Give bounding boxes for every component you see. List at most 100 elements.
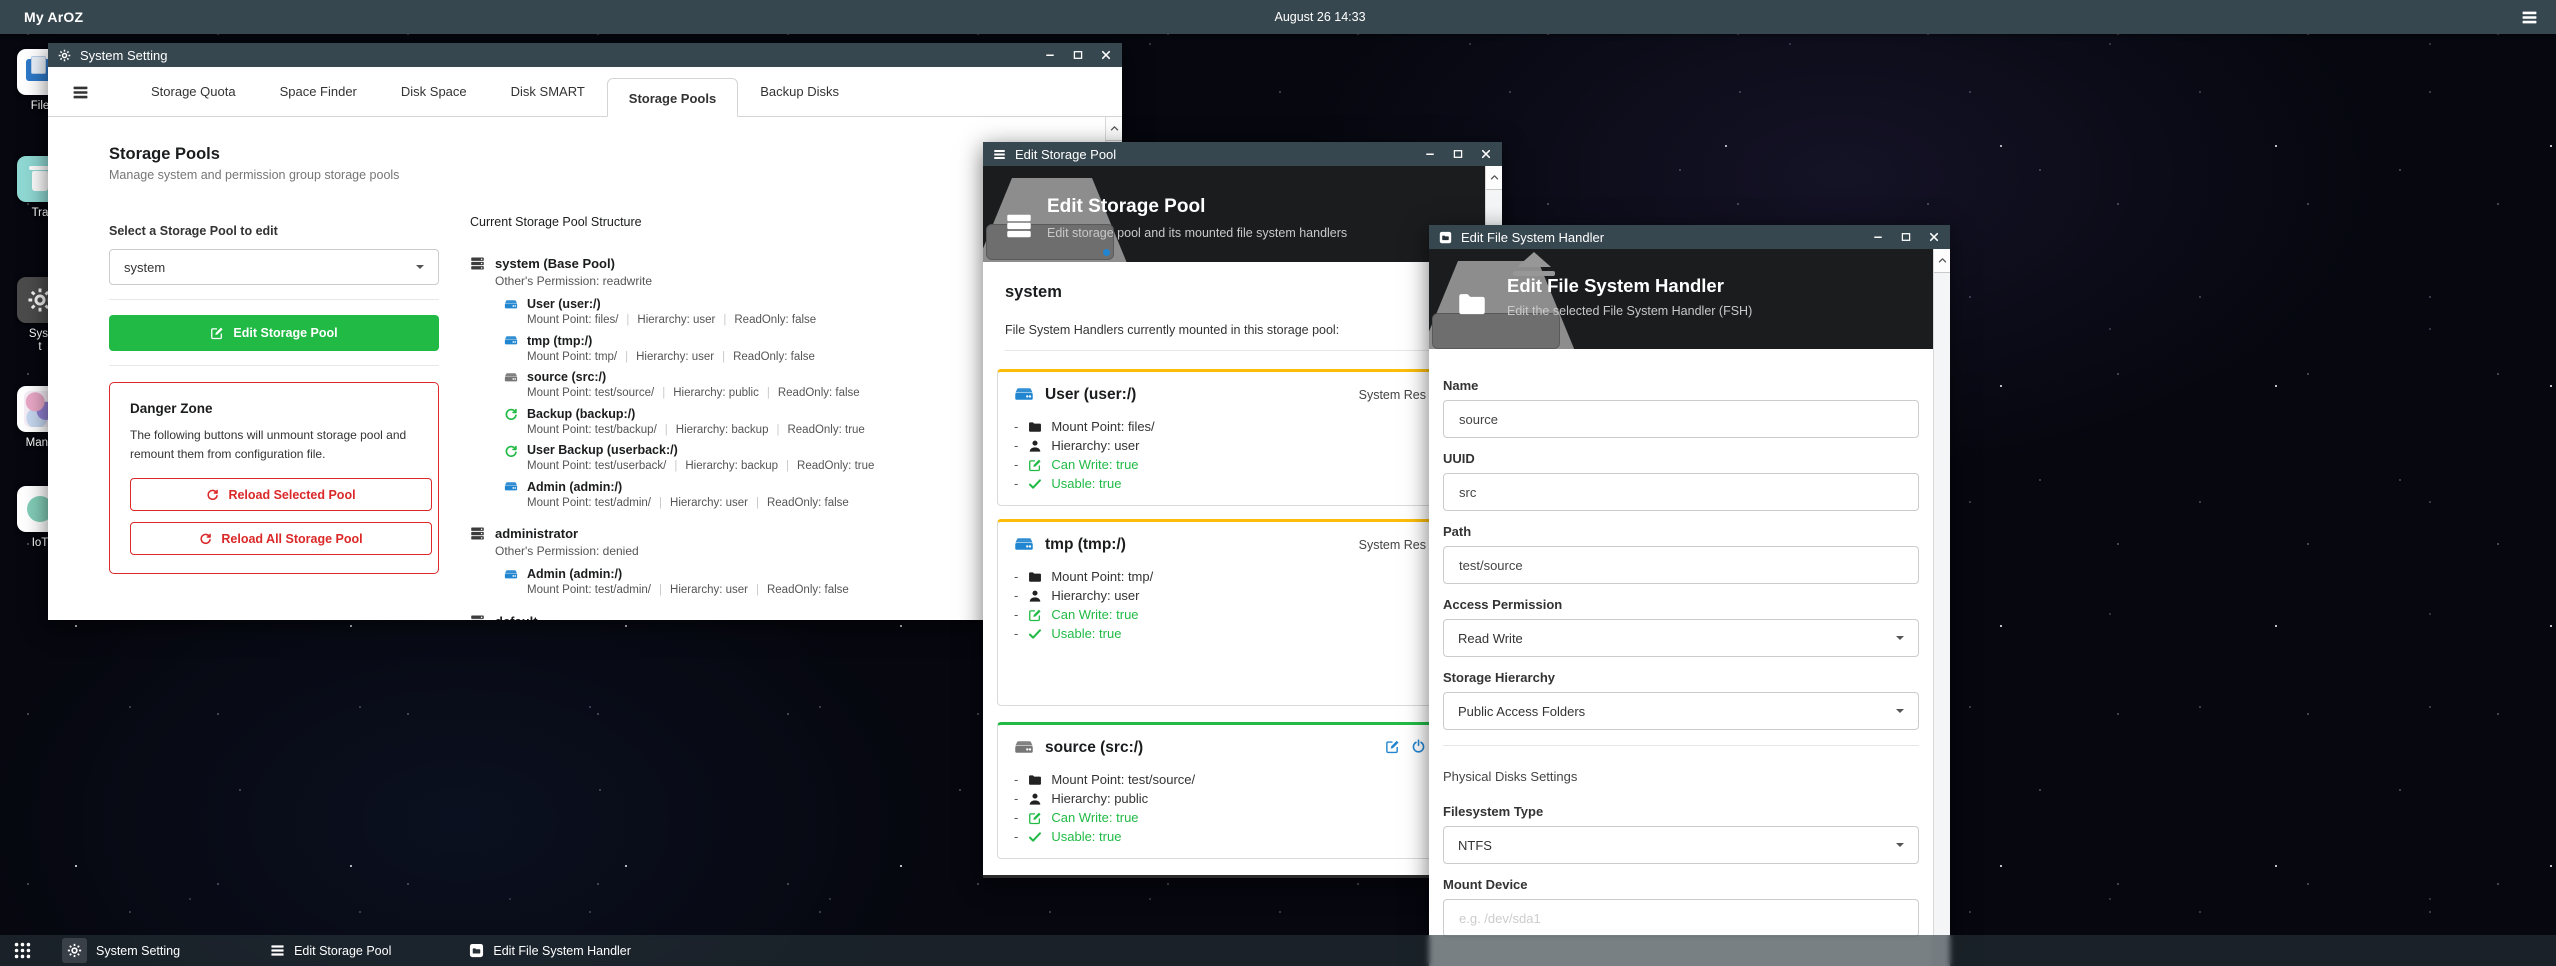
minimize-button[interactable] — [1424, 148, 1436, 160]
reload-selected-pool-button[interactable]: Reload Selected Pool — [130, 478, 432, 511]
bars-icon — [270, 943, 285, 958]
hdd-icon — [1014, 385, 1034, 405]
scroll-up-button[interactable] — [1106, 117, 1122, 141]
window-edit-storage-pool: Edit Storage Pool Edit Storage Pool Edit… — [983, 142, 1502, 878]
mount-point-row: Mount Point: files/ — [1014, 417, 1450, 436]
gear-icon — [58, 49, 71, 62]
folder-icon — [1457, 289, 1487, 319]
mount-device-field: Mount Device — [1443, 877, 1919, 937]
settings-tab-bar: Storage Quota Space Finder Disk Space Di… — [48, 67, 1122, 117]
hdd-icon — [504, 298, 518, 312]
name-field: Name — [1443, 378, 1919, 438]
maximize-button[interactable] — [1452, 148, 1464, 160]
file-folder-icon — [1439, 231, 1452, 244]
edit-icon — [1028, 811, 1042, 825]
hierarchy-row: Hierarchy: user — [1014, 586, 1450, 605]
pool-name-heading: system — [1005, 283, 1469, 302]
header-title: Edit File System Handler — [1507, 275, 1724, 297]
divider — [109, 365, 439, 366]
storage-hierarchy-label: Storage Hierarchy — [1443, 670, 1919, 685]
mount-point-row: Mount Point: test/source/ — [1014, 770, 1450, 789]
app-launcher-grid-icon[interactable] — [13, 941, 32, 960]
tab-storage-pools[interactable]: Storage Pools — [607, 78, 738, 117]
name-input[interactable] — [1443, 400, 1919, 438]
edit-icon — [1028, 458, 1042, 472]
window-title: System Setting — [80, 48, 167, 63]
uuid-input[interactable] — [1443, 473, 1919, 511]
filesystem-type-field: Filesystem Type NTFS — [1443, 804, 1919, 864]
fsh-card-user: User (user:/) System Res Mount Point: fi… — [997, 369, 1467, 506]
scroll-up-button[interactable] — [1486, 166, 1502, 190]
storage-hierarchy-select[interactable]: Public Access Folders — [1443, 692, 1919, 730]
window-title: Edit File System Handler — [1461, 230, 1604, 245]
file-folder-icon — [469, 943, 484, 958]
sync-icon — [504, 444, 518, 458]
path-label: Path — [1443, 524, 1919, 539]
edit-fsh-form: Name UUID Path Access Permission Read Wr… — [1429, 349, 1933, 966]
minimize-button[interactable] — [1044, 49, 1056, 61]
edit-storage-pool-titlebar[interactable]: Edit Storage Pool — [983, 142, 1502, 166]
page-subtitle: Manage system and permission group stora… — [109, 168, 439, 182]
divider — [109, 299, 439, 300]
tab-space-finder[interactable]: Space Finder — [258, 67, 379, 116]
uuid-field: UUID — [1443, 451, 1919, 511]
tab-disk-smart[interactable]: Disk SMART — [489, 67, 607, 116]
server-icon — [470, 526, 485, 541]
taskbar-item-edit-fsh[interactable]: Edit File System Handler — [469, 943, 631, 958]
tab-backup-disks[interactable]: Backup Disks — [738, 67, 861, 116]
brand-title: My ArOZ — [24, 9, 83, 25]
edit-fsh-icon[interactable] — [1385, 739, 1400, 754]
mounted-fsh-intro: File System Handlers currently mounted i… — [1005, 323, 1469, 337]
usable-row: Usable: true — [1014, 624, 1450, 643]
storage-pool-select[interactable]: system — [109, 249, 439, 285]
fsh-card-source: source (src:/) Mount Point: test/source/… — [997, 722, 1467, 859]
settings-menu-toggle-icon[interactable] — [72, 84, 89, 101]
drive-artwork — [1429, 249, 1581, 349]
mount-device-input[interactable] — [1443, 899, 1919, 937]
scrollbar[interactable] — [1933, 249, 1950, 966]
unmount-power-icon[interactable] — [1411, 739, 1426, 754]
user-icon — [1028, 589, 1042, 603]
divider — [1005, 350, 1461, 351]
close-button[interactable] — [1100, 49, 1112, 61]
path-input[interactable] — [1443, 546, 1919, 584]
check-icon — [1028, 830, 1042, 844]
top-bar: My ArOZ August 26 14:33 — [0, 0, 2556, 34]
topbar-menu-icon[interactable] — [2521, 9, 2538, 26]
access-permission-field: Access Permission Read Write — [1443, 597, 1919, 657]
window-system-setting: System Setting Storage Quota Space Finde… — [48, 43, 1122, 620]
page-title: Storage Pools — [109, 145, 439, 164]
storage-hierarchy-field: Storage Hierarchy Public Access Folders — [1443, 670, 1919, 730]
usable-row: Usable: true — [1014, 827, 1450, 846]
name-label: Name — [1443, 378, 1919, 393]
taskbar-item-edit-storage-pool[interactable]: Edit Storage Pool — [270, 943, 391, 958]
maximize-button[interactable] — [1900, 231, 1912, 243]
edit-storage-pool-button[interactable]: Edit Storage Pool — [109, 315, 439, 351]
system-setting-titlebar[interactable]: System Setting — [48, 43, 1122, 67]
taskbar: System Setting Edit Storage Pool Edit Fi… — [0, 935, 2556, 966]
hierarchy-row: Hierarchy: user — [1014, 436, 1450, 455]
physical-disks-section-label: Physical Disks Settings — [1443, 769, 1919, 784]
taskbar-item-system-setting[interactable]: System Setting — [62, 938, 180, 963]
access-permission-select[interactable]: Read Write — [1443, 619, 1919, 657]
scroll-up-button[interactable] — [1934, 249, 1950, 273]
folder-icon — [1028, 570, 1042, 584]
edit-storage-pool-header: Edit Storage Pool Edit storage pool and … — [983, 166, 1502, 262]
folder-icon — [1028, 773, 1042, 787]
reload-all-storage-pool-button[interactable]: Reload All Storage Pool — [130, 522, 432, 555]
close-button[interactable] — [1928, 231, 1940, 243]
server-icon — [470, 614, 485, 621]
maximize-button[interactable] — [1072, 49, 1084, 61]
mount-device-label: Mount Device — [1443, 877, 1919, 892]
check-icon — [1028, 627, 1042, 641]
edit-fsh-titlebar[interactable]: Edit File System Handler — [1429, 225, 1950, 249]
filesystem-type-label: Filesystem Type — [1443, 804, 1919, 819]
minimize-button[interactable] — [1872, 231, 1884, 243]
selected-pool-value: system — [124, 260, 165, 275]
tab-storage-quota[interactable]: Storage Quota — [129, 67, 258, 116]
server-icon — [1005, 212, 1033, 240]
filesystem-type-select[interactable]: NTFS — [1443, 826, 1919, 864]
close-button[interactable] — [1480, 148, 1492, 160]
edit-icon — [210, 326, 224, 340]
tab-disk-space[interactable]: Disk Space — [379, 67, 489, 116]
